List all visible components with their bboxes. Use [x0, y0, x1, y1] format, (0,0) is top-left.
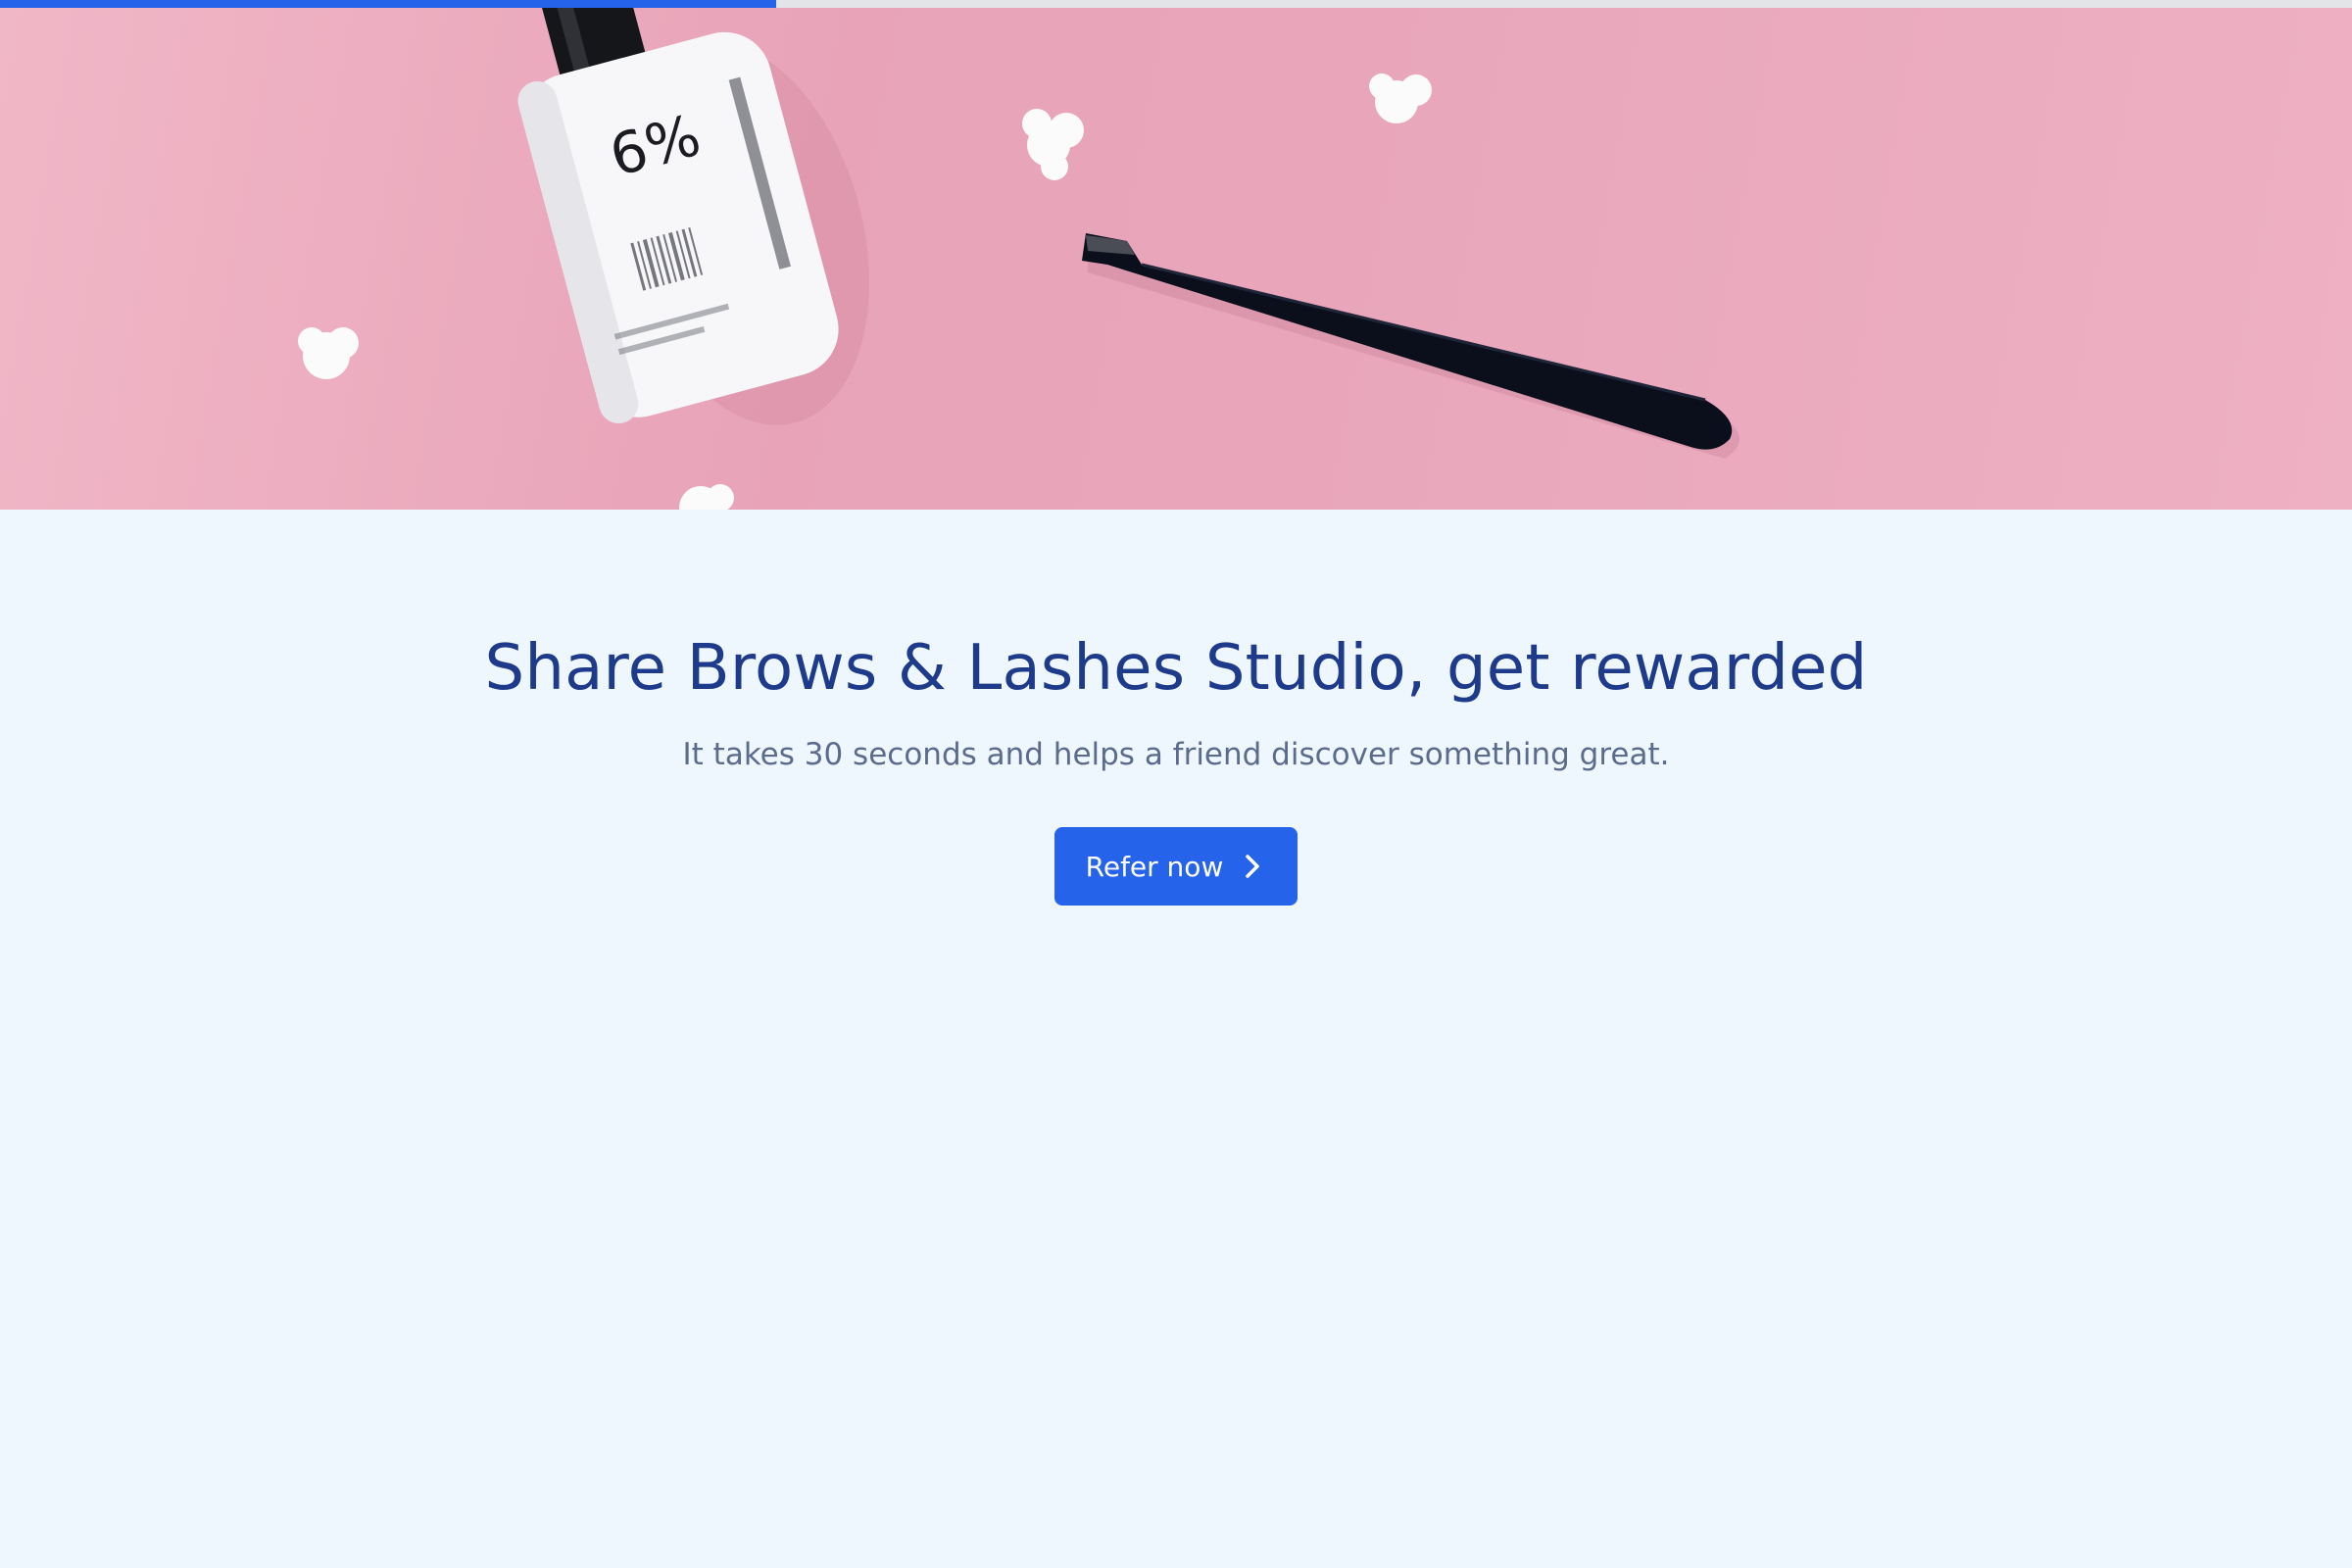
hero-image: 6% — [0, 8, 2352, 510]
refer-now-label: Refer now — [1085, 850, 1224, 883]
chevron-right-icon — [1243, 853, 1262, 880]
progress-bar — [0, 0, 2352, 8]
progress-bar-fill — [0, 0, 776, 8]
page-title: Share Brows & Lashes Studio, get rewarde… — [484, 632, 1868, 705]
referral-section: Share Brows & Lashes Studio, get rewarde… — [0, 510, 2352, 906]
lotion-bottle: 6% — [517, 8, 839, 424]
page-subtitle: It takes 30 seconds and helps a friend d… — [682, 737, 1670, 772]
tweezers — [1082, 233, 1733, 450]
refer-now-button[interactable]: Refer now — [1054, 827, 1298, 906]
